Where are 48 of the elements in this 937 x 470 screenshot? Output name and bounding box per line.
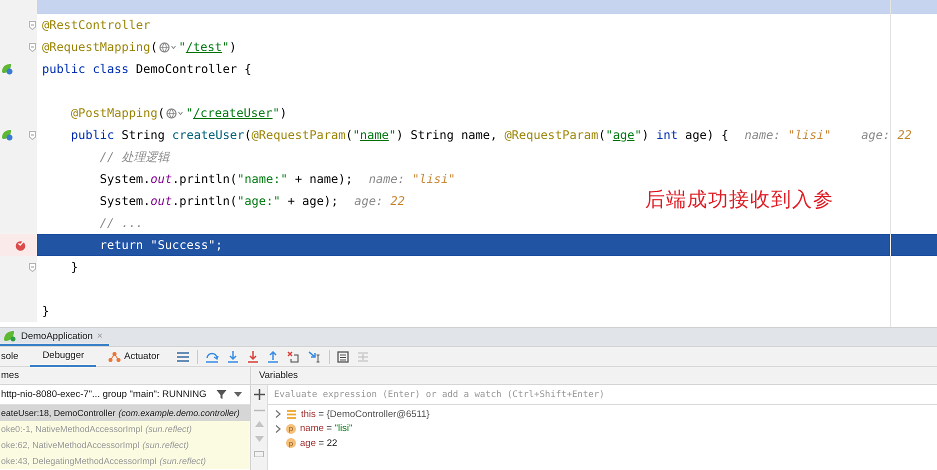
breakpoint-icon[interactable] <box>14 240 26 250</box>
inline-value-hint: age: 22 <box>861 128 912 142</box>
code-line: return "Success"; <box>100 238 223 252</box>
fold-marker-icon[interactable] <box>28 42 36 52</box>
step-into-icon[interactable] <box>226 350 239 362</box>
fold-marker-icon[interactable] <box>28 130 36 140</box>
inline-value-hint: name: "lisi" <box>368 172 456 186</box>
annotation-text: 后端成功接收到入参 <box>645 186 834 213</box>
inline-value-hint: name: "lisi" <box>744 128 832 142</box>
bean-icon[interactable] <box>0 63 12 75</box>
globe-icon[interactable] <box>158 42 178 52</box>
filter-icon[interactable] <box>216 389 227 400</box>
inline-value-hint: age: 22 <box>354 194 405 208</box>
code-line: System.out.println("age:" + age); <box>100 194 338 208</box>
code-line: "/createUser") <box>186 106 288 120</box>
run-tab-title: DemoApplication <box>21 330 93 342</box>
code-line: public class DemoController { <box>42 62 252 76</box>
frames-header: mes <box>0 367 250 385</box>
add-icon[interactable] <box>254 389 264 400</box>
force-step-into-icon[interactable] <box>246 350 259 362</box>
globe-icon[interactable] <box>166 108 185 118</box>
variable-entry[interactable]: this = {DemoController@6511} <box>301 408 430 420</box>
panel-tab[interactable]: sole <box>0 346 30 366</box>
code-line: } <box>70 260 78 274</box>
caret-icon[interactable] <box>234 392 242 397</box>
bean-icon[interactable] <box>0 129 12 141</box>
run-tab[interactable]: DemoApplication × <box>0 328 109 346</box>
code-line: // 处理逻辑 <box>100 148 170 166</box>
fold-marker-icon[interactable] <box>28 262 36 272</box>
variable-entry[interactable]: age = 22 <box>300 438 338 449</box>
field-icon <box>286 408 297 420</box>
fold-marker-icon[interactable] <box>28 20 36 30</box>
code-line: @PostMapping( <box>70 106 165 120</box>
code-line: System.out.println("name:" + name); <box>100 172 353 186</box>
code-line: } <box>42 304 50 318</box>
code-line: @RequestMapping( <box>42 40 158 54</box>
panel-tab[interactable]: Actuator <box>96 346 172 366</box>
actuator-icon <box>108 350 122 362</box>
step-over-icon[interactable] <box>204 350 219 362</box>
variable-entry[interactable]: name = "lisi" <box>300 423 352 434</box>
code-line: @RestController <box>42 18 150 32</box>
step-out-icon[interactable] <box>266 350 279 362</box>
code-line: public String createUser(@RequestParam("name") String name, @RequestParam("age") int age) { <box>70 128 728 142</box>
code-line: // ... <box>100 216 144 230</box>
stack-frame[interactable]: eateUser:18, DemoController (com.example.demo.controller) <box>0 405 250 421</box>
code-line: "/test") <box>178 40 236 54</box>
menu-icon[interactable] <box>176 350 190 362</box>
run-to-cursor-icon[interactable] <box>308 350 322 362</box>
